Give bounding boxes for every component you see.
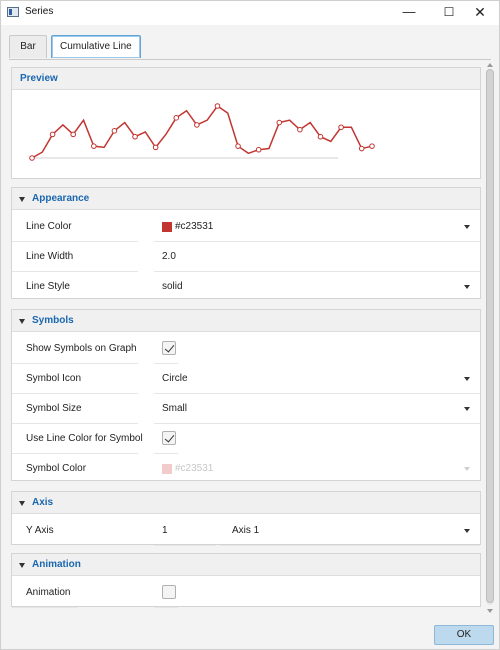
show-symbols-checkbox[interactable] xyxy=(162,341,176,355)
symbol-icon-label: Symbol Icon xyxy=(26,373,82,384)
symbol-size-row: Symbol Size Small xyxy=(12,394,480,424)
data-point xyxy=(194,122,200,128)
scroll-thumb[interactable] xyxy=(486,69,494,603)
row-divider xyxy=(154,545,216,546)
window-app-icon xyxy=(7,7,19,17)
y-axis-label: Y Axis xyxy=(26,525,54,536)
series-dialog: Series — ☐ ✕ Bar Cumulative Line Preview… xyxy=(0,0,500,650)
tab-bar-chart[interactable]: Bar xyxy=(9,35,47,58)
row-divider xyxy=(154,607,178,608)
scroll-down-icon[interactable] xyxy=(487,609,493,613)
symbol-color-swatch xyxy=(162,464,172,474)
y-axis-index-field[interactable]: 1 xyxy=(162,525,168,536)
animation-label: Animation xyxy=(26,587,71,598)
data-point xyxy=(29,155,35,161)
chevron-down-icon[interactable] xyxy=(464,377,470,381)
symbols-header[interactable]: Symbols xyxy=(12,310,480,332)
minimize-button[interactable]: — xyxy=(389,1,429,25)
use-line-color-row: Use Line Color for Symbol xyxy=(12,424,480,454)
tab-cumulative-line[interactable]: Cumulative Line xyxy=(51,35,141,58)
data-point xyxy=(338,124,344,131)
animation-header[interactable]: Animation xyxy=(12,554,480,576)
appearance-title: Appearance xyxy=(32,193,90,204)
chevron-down-icon[interactable] xyxy=(464,529,470,533)
data-point xyxy=(214,103,221,109)
data-point xyxy=(152,144,159,151)
title-bar[interactable]: Series — ☐ ✕ xyxy=(1,1,499,25)
line-color-swatch xyxy=(162,222,172,232)
data-point xyxy=(49,131,56,138)
show-symbols-row: Show Symbols on Graph xyxy=(12,334,480,364)
line-color-value: #c23531 xyxy=(175,221,214,232)
scroll-up-icon[interactable] xyxy=(487,63,493,67)
line-width-field[interactable]: 2.0 xyxy=(162,251,176,262)
data-point xyxy=(132,133,138,140)
window-title: Series xyxy=(25,6,54,17)
data-point xyxy=(173,115,180,121)
animation-row: Animation xyxy=(12,578,480,608)
vertical-scrollbar[interactable] xyxy=(485,63,495,613)
symbol-size-label: Symbol Size xyxy=(26,403,82,414)
axis-title: Axis xyxy=(32,497,54,508)
animation-checkbox[interactable] xyxy=(162,585,176,599)
line-style-value: solid xyxy=(162,281,183,292)
data-point xyxy=(70,131,77,138)
symbol-color-value: #c23531 xyxy=(175,463,214,474)
symbol-icon-value: Circle xyxy=(162,373,188,384)
preview-title: Preview xyxy=(20,73,58,84)
tab-divider xyxy=(9,59,491,60)
preview-header: Preview xyxy=(12,68,480,90)
data-point xyxy=(317,133,324,140)
collapse-arrow-icon[interactable] xyxy=(19,501,25,506)
line-style-label: Line Style xyxy=(26,281,70,292)
symbol-color-label: Symbol Color xyxy=(26,463,87,474)
use-line-color-checkbox[interactable] xyxy=(162,431,176,445)
axis-section: Axis Y Axis 1 Axis 1 xyxy=(11,491,481,546)
animation-title: Animation xyxy=(32,559,81,570)
symbols-section: Symbols Show Symbols on Graph Symbol Ico… xyxy=(11,309,481,481)
series-line xyxy=(31,104,373,159)
data-point xyxy=(297,126,303,133)
chevron-down-icon[interactable] xyxy=(464,285,470,289)
symbol-size-value: Small xyxy=(162,403,188,414)
collapse-arrow-icon[interactable] xyxy=(19,197,25,202)
chevron-down-icon xyxy=(464,467,470,471)
chevron-down-icon[interactable] xyxy=(464,407,470,411)
appearance-section: Appearance Line Color #c23531 Line Width… xyxy=(11,187,481,299)
line-color-label: Line Color xyxy=(26,221,72,232)
data-point xyxy=(235,143,241,149)
line-width-label: Line Width xyxy=(26,251,74,262)
axis-header[interactable]: Axis xyxy=(12,492,480,514)
close-button[interactable]: ✕ xyxy=(461,1,499,25)
animation-section: Animation Animation xyxy=(11,553,481,608)
use-line-color-label: Use Line Color for Symbol xyxy=(26,433,143,444)
data-point xyxy=(276,119,283,126)
show-symbols-label: Show Symbols on Graph xyxy=(26,343,137,354)
symbol-icon-row: Symbol Icon Circle xyxy=(12,364,480,394)
y-axis-row: Y Axis 1 Axis 1 xyxy=(12,516,480,546)
line-width-row: Line Width 2.0 xyxy=(12,242,480,272)
row-divider xyxy=(12,607,78,608)
tab-content: Preview Appearance Line Color #c23531 Li… xyxy=(11,67,483,609)
symbol-color-row: Symbol Color #c23531 xyxy=(12,454,480,484)
preview-line-chart xyxy=(29,103,375,161)
collapse-arrow-icon[interactable] xyxy=(19,319,25,324)
collapse-arrow-icon[interactable] xyxy=(19,563,25,568)
data-point xyxy=(358,145,365,152)
symbols-title: Symbols xyxy=(32,315,74,326)
preview-section: Preview xyxy=(11,67,481,179)
data-point xyxy=(91,143,97,149)
chevron-down-icon[interactable] xyxy=(464,225,470,229)
data-point xyxy=(255,146,262,153)
ok-button[interactable]: OK xyxy=(434,625,494,645)
data-point xyxy=(111,128,118,134)
y-axis-value: Axis 1 xyxy=(232,525,260,536)
row-divider xyxy=(220,545,480,546)
data-point xyxy=(369,143,375,149)
appearance-header[interactable]: Appearance xyxy=(12,188,480,210)
line-style-row: Line Style solid xyxy=(12,272,480,302)
line-color-row: Line Color #c23531 xyxy=(12,212,480,242)
